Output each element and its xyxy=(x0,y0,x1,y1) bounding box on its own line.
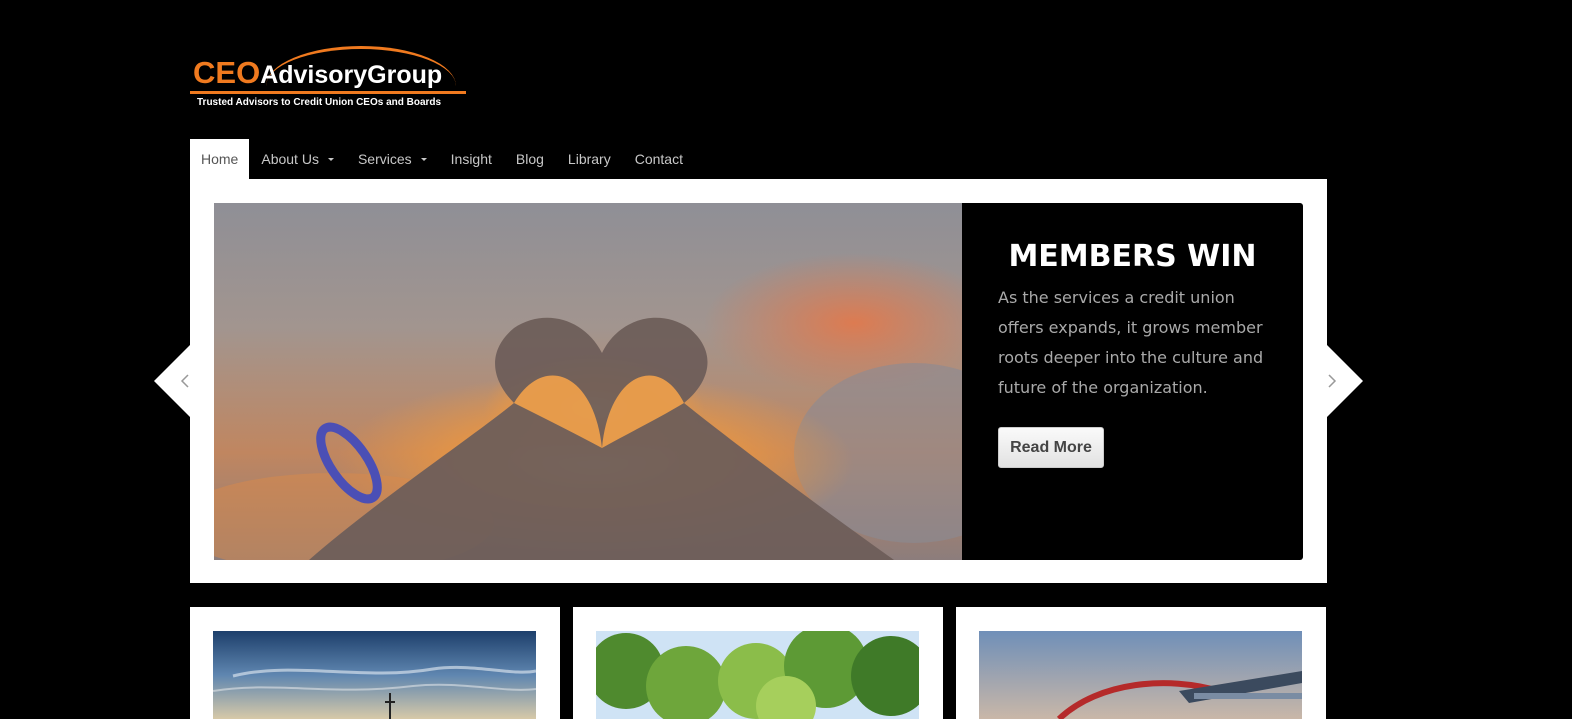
slider-next-button[interactable] xyxy=(1291,345,1363,417)
caret-down-icon xyxy=(420,157,427,161)
bridge-image xyxy=(979,631,1302,719)
nav-item-library[interactable]: Library xyxy=(556,139,623,179)
nav-item-home[interactable]: Home xyxy=(190,139,250,179)
site-logo[interactable]: CEOAdvisoryGroup Trusted Advisors to Cre… xyxy=(190,44,470,112)
feature-card[interactable] xyxy=(573,607,943,719)
nav-item-about-us[interactable]: About Us xyxy=(249,139,346,179)
chevron-right-icon xyxy=(1327,345,1363,417)
heart-hands-image xyxy=(214,203,962,560)
slide-caption-panel: MEMBERS WIN As the services a credit uni… xyxy=(962,203,1303,560)
nav-item-label: Services xyxy=(357,151,412,167)
slide-title: MEMBERS WIN xyxy=(1008,239,1257,274)
nav-item-insight[interactable]: Insight xyxy=(439,139,504,179)
nav-item-blog[interactable]: Blog xyxy=(504,139,556,179)
hero-slider: MEMBERS WIN As the services a credit uni… xyxy=(190,179,1327,583)
read-more-button[interactable]: Read More xyxy=(998,427,1104,468)
caret-down-icon xyxy=(327,157,334,161)
nav-item-label: About Us xyxy=(261,151,319,167)
logo-wordmark: CEOAdvisoryGroup xyxy=(193,57,442,88)
nav-item-contact[interactable]: Contact xyxy=(623,139,695,179)
slide-image xyxy=(214,203,962,560)
slide-description: As the services a credit union offers ex… xyxy=(998,288,1264,397)
logo-underline xyxy=(190,91,466,94)
card-image[interactable] xyxy=(596,631,919,719)
nav-item-label: Contact xyxy=(634,151,683,167)
main-nav: Home About Us Services Insight Blog Libr… xyxy=(190,139,695,179)
nav-item-label: Home xyxy=(201,151,239,167)
sky-sunset-image xyxy=(213,631,536,719)
logo-ceo: CEO xyxy=(193,55,261,90)
logo-tagline: Trusted Advisors to Credit Union CEOs an… xyxy=(197,97,442,108)
card-image[interactable] xyxy=(979,631,1302,719)
nav-item-label: Insight xyxy=(450,151,492,167)
nav-item-label: Library xyxy=(567,151,611,167)
logo-advisory-group: AdvisoryGroup xyxy=(260,61,443,89)
nav-item-services[interactable]: Services xyxy=(346,139,439,179)
feature-card[interactable] xyxy=(956,607,1326,719)
nav-item-label: Blog xyxy=(515,151,544,167)
green-trees-image xyxy=(596,631,919,719)
page: CEOAdvisoryGroup Trusted Advisors to Cre… xyxy=(0,0,1572,719)
feature-card[interactable] xyxy=(190,607,560,719)
card-image[interactable] xyxy=(213,631,536,719)
